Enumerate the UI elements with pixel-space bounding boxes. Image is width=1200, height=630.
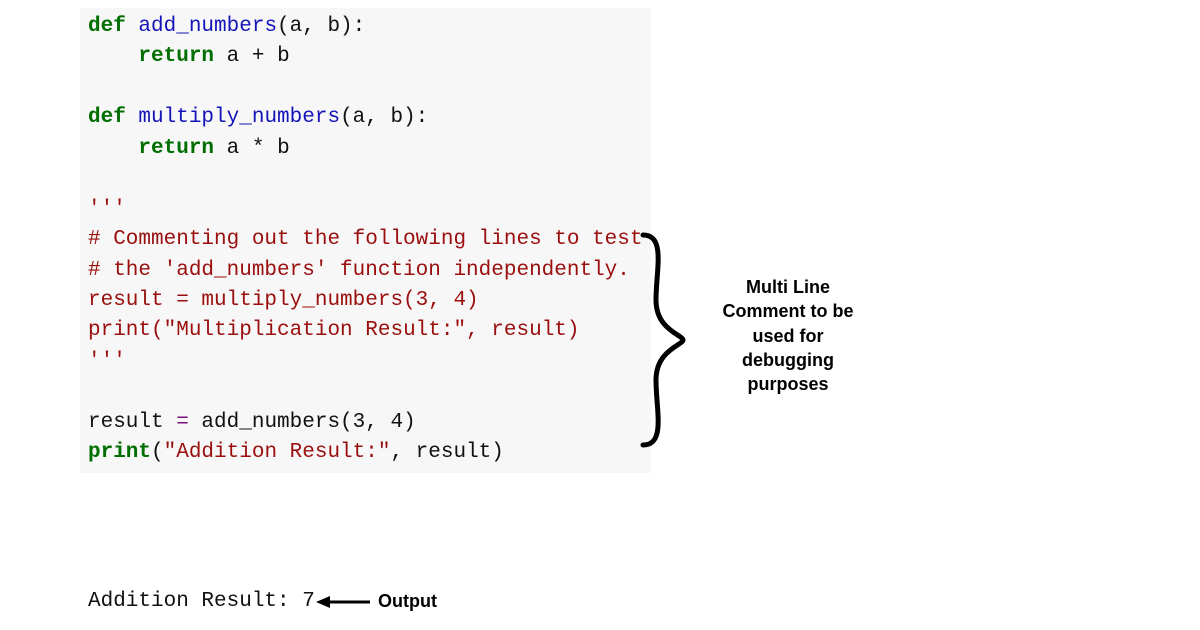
comment-line: # the 'add_numbers' function independent… xyxy=(88,256,643,286)
code-line-1: def add_numbers(a, b): xyxy=(88,12,643,42)
function-name: add_numbers xyxy=(138,15,277,38)
code-line-2: return a + b xyxy=(88,42,643,72)
expr: a * b xyxy=(227,137,290,160)
arg: 4 xyxy=(390,411,403,434)
keyword-return: return xyxy=(138,137,214,160)
print-rest: , result) xyxy=(390,441,503,464)
annot-line: used for xyxy=(698,324,878,348)
annot-line: debugging xyxy=(698,348,878,372)
open-paren: ( xyxy=(151,441,164,464)
print-line: print("Addition Result:", result) xyxy=(88,438,643,468)
string-literal: "Multiplication Result:" xyxy=(164,319,466,342)
comment-line: # Commenting out the following lines to … xyxy=(88,225,643,255)
annot-line: Comment to be xyxy=(698,299,878,323)
code-line-blank xyxy=(88,377,643,407)
curly-brace-icon xyxy=(638,230,688,450)
code-line-blank xyxy=(88,73,643,103)
code-line-5: return a * b xyxy=(88,134,643,164)
output-label: Output xyxy=(378,591,437,612)
print-call: print( xyxy=(88,319,164,342)
commented-print: print("Multiplication Result:", result) xyxy=(88,316,643,346)
print-rest: , result) xyxy=(466,319,579,342)
params: (a, b): xyxy=(277,15,365,38)
expr: a + b xyxy=(227,45,290,68)
keyword-def: def xyxy=(88,106,126,129)
annot-line: Multi Line xyxy=(698,275,878,299)
assign-line: result = add_numbers(3, 4) xyxy=(88,408,643,438)
docstring-open: ''' xyxy=(88,195,643,225)
comma: , xyxy=(365,411,390,434)
function-name: multiply_numbers xyxy=(138,106,340,129)
close-paren: ) xyxy=(403,411,416,434)
keyword-return: return xyxy=(138,45,214,68)
code-line-blank xyxy=(88,164,643,194)
program-output: Addition Result: 7 xyxy=(88,590,315,613)
string-literal: "Addition Result:" xyxy=(164,441,391,464)
arrow-left-icon xyxy=(316,594,372,610)
code-line-4: def multiply_numbers(a, b): xyxy=(88,103,643,133)
code-block: def add_numbers(a, b): return a + b def … xyxy=(80,8,651,473)
keyword-def: def xyxy=(88,15,126,38)
params: (a, b): xyxy=(340,106,428,129)
var: result xyxy=(88,411,176,434)
print-fn: print xyxy=(88,441,151,464)
arg: 3 xyxy=(353,411,366,434)
commented-code: result = multiply_numbers(3, 4) xyxy=(88,286,643,316)
annot-line: purposes xyxy=(698,372,878,396)
annotation-text: Multi Line Comment to be used for debugg… xyxy=(698,275,878,396)
equals: = xyxy=(176,411,189,434)
call: add_numbers( xyxy=(189,411,353,434)
docstring-close: ''' xyxy=(88,347,643,377)
